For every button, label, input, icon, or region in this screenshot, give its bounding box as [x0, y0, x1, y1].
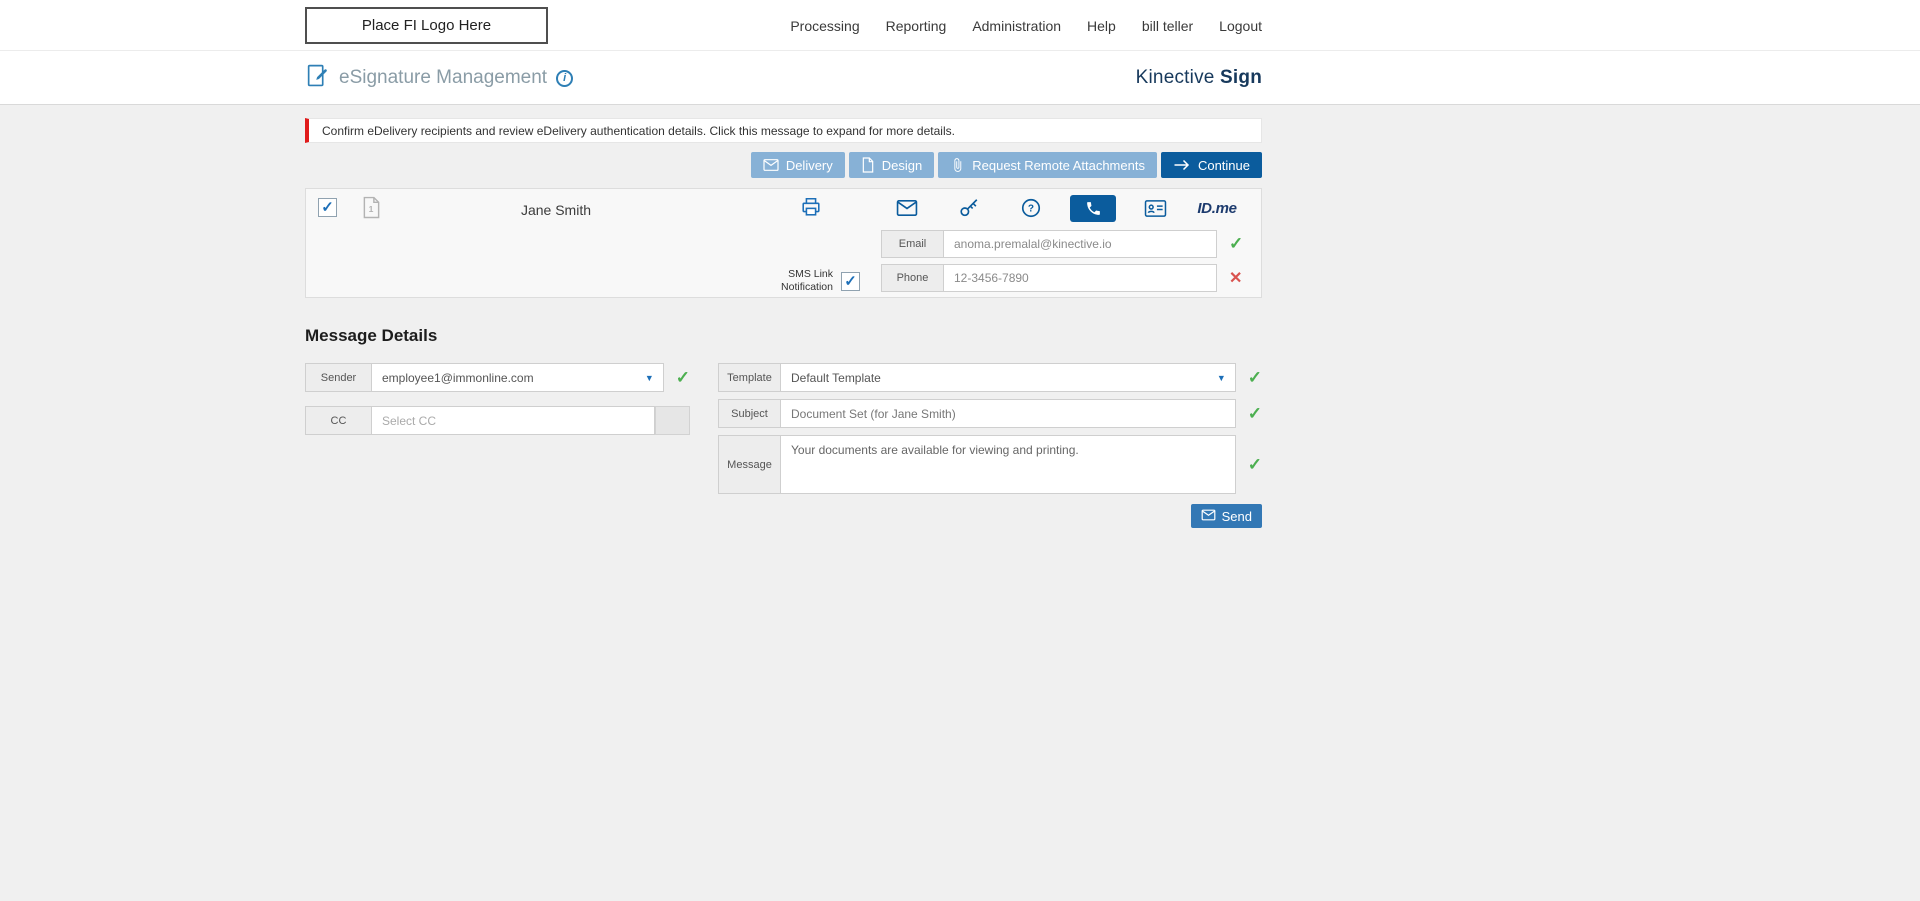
cc-picker-box[interactable] [655, 406, 690, 435]
sender-row: Sender employee1@immonline.com ▼ ✓ [305, 363, 690, 392]
chevron-down-icon: ▼ [645, 373, 654, 383]
sender-valid-check-icon: ✓ [676, 368, 690, 388]
cc-label: CC [305, 406, 372, 435]
email-valid-check-icon: ✓ [1229, 234, 1243, 254]
send-button-label: Send [1222, 509, 1252, 524]
brand-name: Kinective [1136, 67, 1215, 88]
main-content: Confirm eDelivery recipients and review … [0, 105, 1920, 528]
continue-button[interactable]: Continue [1161, 152, 1262, 178]
subject-row: Subject ✓ [718, 399, 1262, 428]
chevron-down-icon: ▼ [1217, 373, 1226, 383]
paperclip-icon [950, 157, 965, 173]
nav-item-logout[interactable]: Logout [1219, 18, 1262, 34]
delivery-button-label: Delivery [786, 158, 833, 173]
kba-question-auth-icon[interactable]: ? [1000, 194, 1062, 222]
page-title: eSignature Management [339, 67, 547, 89]
request-remote-attachments-label: Request Remote Attachments [972, 158, 1145, 173]
envelope-icon [763, 158, 779, 172]
svg-text:?: ? [1028, 204, 1034, 215]
arrow-right-icon [1173, 158, 1191, 172]
sms-link-notification-group: SMS Link Notification ✓ [761, 268, 860, 294]
email-auth-icon[interactable] [876, 194, 938, 222]
sender-select[interactable]: employee1@immonline.com ▼ [371, 363, 664, 392]
message-textarea[interactable]: Your documents are available for viewing… [780, 435, 1236, 494]
nav-item-administration[interactable]: Administration [972, 18, 1061, 34]
sender-select-value: employee1@immonline.com [382, 371, 534, 385]
sms-link-notification-checkbox[interactable]: ✓ [841, 272, 860, 291]
subject-valid-check-icon: ✓ [1248, 404, 1262, 424]
delivery-button[interactable]: Delivery [751, 152, 845, 178]
page-header: eSignature Management i Kinective Sign [0, 51, 1920, 105]
recipient-card: ✓ 1 Jane Smith [305, 188, 1262, 298]
recipient-name: Jane Smith [436, 202, 676, 218]
design-button-label: Design [882, 158, 922, 173]
edelivery-alert-message[interactable]: Confirm eDelivery recipients and review … [305, 118, 1262, 143]
nav-item-username[interactable]: bill teller [1142, 18, 1193, 34]
nav-item-help[interactable]: Help [1087, 18, 1116, 34]
subject-label: Subject [718, 399, 781, 428]
topbar: Place FI Logo Here Processing Reporting … [0, 0, 1920, 51]
send-button[interactable]: Send [1191, 504, 1262, 528]
brand-bold: Sign [1220, 67, 1262, 88]
document-icon [861, 157, 875, 173]
top-navigation: Processing Reporting Administration Help… [790, 18, 1262, 34]
phone-invalid-cross-icon: ✕ [1229, 268, 1242, 288]
phone-input[interactable] [943, 264, 1217, 292]
message-details-heading: Message Details [305, 326, 1262, 346]
send-envelope-icon [1201, 509, 1216, 524]
authentication-methods: ? [876, 194, 1248, 222]
cc-input[interactable] [371, 406, 655, 435]
toolbar-actions: Delivery Design Request Remote Attachmen… [305, 152, 1262, 178]
template-label: Template [718, 363, 781, 392]
design-button[interactable]: Design [849, 152, 934, 178]
phone-field-row: Phone ✕ [881, 264, 1242, 292]
fi-logo-placeholder: Place FI Logo Here [305, 7, 548, 44]
nav-item-reporting[interactable]: Reporting [886, 18, 947, 34]
sms-link-notification-label: SMS Link Notification [761, 268, 833, 294]
recipient-select-checkbox[interactable]: ✓ [318, 198, 337, 217]
email-field-row: Email ✓ [881, 230, 1243, 258]
svg-text:1: 1 [369, 204, 374, 214]
email-input[interactable] [943, 230, 1217, 258]
message-details-form: Sender employee1@immonline.com ▼ ✓ CC Te… [305, 363, 1262, 528]
template-select[interactable]: Default Template ▼ [780, 363, 1236, 392]
esignature-icon [305, 63, 330, 93]
form-column-left: Sender employee1@immonline.com ▼ ✓ CC [305, 363, 690, 435]
nav-item-processing[interactable]: Processing [790, 18, 859, 34]
phone-auth-selected-box [1070, 195, 1116, 222]
cc-row: CC [305, 406, 690, 435]
topbar-inner: Place FI Logo Here Processing Reporting … [305, 0, 1262, 51]
print-icon[interactable] [800, 196, 822, 221]
access-code-auth-icon[interactable] [938, 194, 1000, 222]
template-select-value: Default Template [791, 371, 881, 385]
email-label: Email [881, 230, 944, 258]
send-row: Send [718, 504, 1262, 528]
subject-input[interactable] [780, 399, 1236, 428]
message-label: Message [718, 435, 781, 494]
document-count-icon: 1 [362, 196, 381, 224]
id-card-auth-icon[interactable] [1124, 194, 1186, 222]
phone-auth-icon-selected[interactable] [1062, 194, 1124, 222]
template-valid-check-icon: ✓ [1248, 368, 1262, 388]
brand-logo: Kinective Sign [1136, 67, 1262, 89]
idme-auth-icon[interactable]: ID.me [1186, 194, 1248, 222]
idme-logo: ID.me [1197, 200, 1236, 217]
continue-button-label: Continue [1198, 158, 1250, 173]
info-icon[interactable]: i [556, 70, 573, 87]
message-valid-check-icon: ✓ [1248, 455, 1262, 475]
message-row: Message Your documents are available for… [718, 435, 1262, 494]
phone-label: Phone [881, 264, 944, 292]
sender-label: Sender [305, 363, 372, 392]
title-group: eSignature Management i [305, 63, 573, 93]
form-column-right: Template Default Template ▼ ✓ Subject ✓ … [718, 363, 1262, 528]
template-row: Template Default Template ▼ ✓ [718, 363, 1262, 392]
request-remote-attachments-button[interactable]: Request Remote Attachments [938, 152, 1157, 178]
header-inner: eSignature Management i Kinective Sign [305, 51, 1262, 105]
